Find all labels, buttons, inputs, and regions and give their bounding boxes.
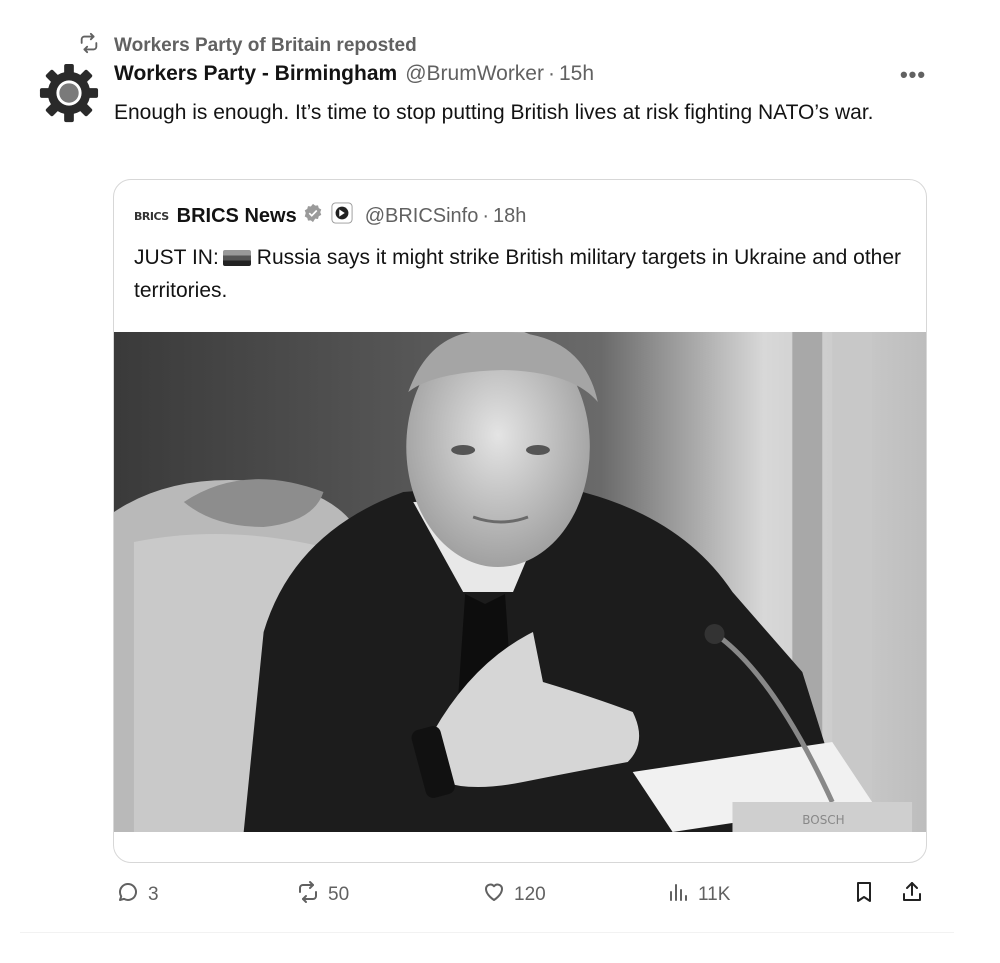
quoted-post-text: JUST IN: Russia says it might strike Brit… bbox=[134, 241, 914, 307]
author-handle[interactable]: @BrumWorker bbox=[405, 62, 544, 86]
separator-dot: · bbox=[547, 62, 555, 85]
quoted-post-time[interactable]: 18h bbox=[493, 205, 526, 228]
views-button[interactable]: 11K bbox=[666, 880, 730, 910]
like-count: 120 bbox=[514, 884, 546, 905]
more-icon: ••• bbox=[899, 62, 927, 87]
mic-brand-label: BOSCH bbox=[802, 813, 844, 827]
gear-icon bbox=[38, 63, 100, 128]
repost-count: 50 bbox=[328, 884, 350, 905]
separator-dot: · bbox=[482, 204, 490, 227]
quoted-post-header: BRICS BRICS News @BRICSinfo · 18h bbox=[134, 202, 526, 230]
avatar[interactable] bbox=[38, 62, 100, 124]
heart-icon bbox=[482, 880, 506, 910]
quoted-post-image[interactable]: BOSCH bbox=[114, 332, 926, 832]
russia-flag-icon bbox=[222, 250, 251, 266]
post-time[interactable]: 15h bbox=[559, 62, 594, 86]
repost-text: Workers Party of Britain reposted bbox=[114, 35, 417, 56]
quoted-text-prefix: JUST IN: bbox=[134, 246, 219, 269]
bookmark-icon bbox=[852, 880, 876, 910]
share-icon bbox=[900, 880, 924, 910]
like-button[interactable]: 120 bbox=[482, 880, 546, 910]
quoted-post-card[interactable]: BRICS BRICS News @BRICSinfo · 18h JUST I… bbox=[113, 179, 927, 863]
reply-button[interactable]: 3 bbox=[116, 880, 159, 910]
views-count: 11K bbox=[698, 884, 731, 905]
reply-count: 3 bbox=[148, 884, 159, 905]
share-button[interactable] bbox=[900, 880, 924, 910]
affiliate-badge-icon bbox=[323, 202, 353, 230]
repost-icon bbox=[296, 880, 320, 910]
more-options-button[interactable]: ••• bbox=[898, 60, 928, 90]
repost-button[interactable]: 50 bbox=[296, 880, 349, 910]
repost-icon bbox=[78, 32, 100, 60]
post-divider bbox=[20, 932, 954, 933]
brics-logo: BRICS bbox=[134, 209, 169, 223]
author-name[interactable]: Workers Party - Birmingham bbox=[114, 62, 397, 86]
repost-indicator[interactable]: Workers Party of Britain reposted bbox=[78, 32, 417, 60]
analytics-icon bbox=[666, 880, 690, 910]
post-text: Enough is enough. It’s time to stop putt… bbox=[114, 101, 874, 124]
action-bar: 3 50 120 11K bbox=[0, 880, 1000, 920]
quoted-author-name[interactable]: BRICS News bbox=[177, 205, 297, 228]
post-header: Workers Party - Birmingham @BrumWorker ·… bbox=[114, 62, 594, 86]
quoted-author-handle[interactable]: @BRICSinfo bbox=[365, 205, 479, 228]
verified-badge-icon bbox=[297, 203, 323, 229]
reply-icon bbox=[116, 880, 140, 910]
bookmark-button[interactable] bbox=[852, 880, 876, 910]
